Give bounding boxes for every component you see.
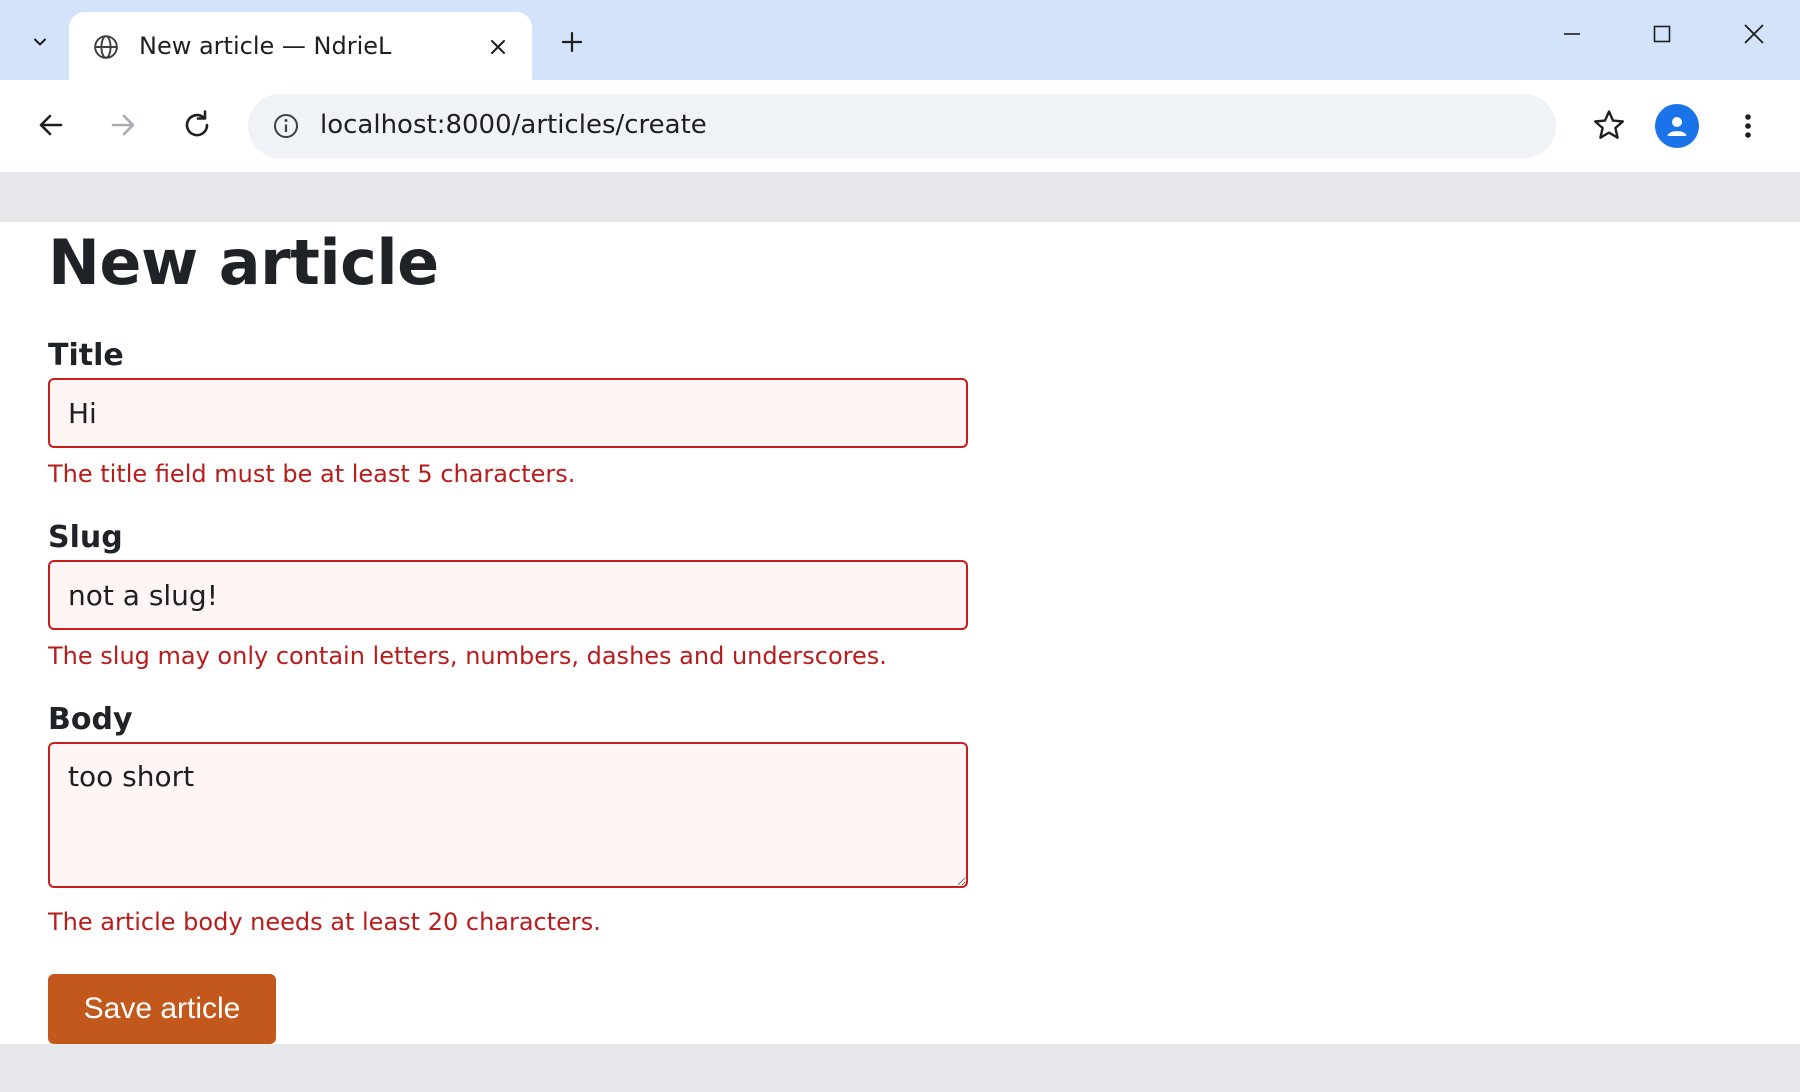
- close-icon: [1744, 24, 1764, 44]
- browser-toolbar: localhost:8000/articles/create: [0, 80, 1800, 172]
- close-icon: [491, 40, 505, 54]
- arrow-left-icon: [39, 114, 63, 136]
- address-bar[interactable]: localhost:8000/articles/create: [248, 94, 1556, 158]
- title-input[interactable]: [48, 378, 968, 448]
- new-tab-button[interactable]: [554, 24, 590, 60]
- bookmark-button[interactable]: [1586, 102, 1632, 148]
- back-button[interactable]: [28, 102, 74, 148]
- window-close-button[interactable]: [1724, 14, 1784, 54]
- body-error: The article body needs at least 20 chara…: [48, 908, 601, 936]
- browser-tab-active[interactable]: New article — NdrieL: [69, 12, 532, 80]
- save-article-button[interactable]: Save article: [48, 974, 276, 1044]
- maximize-button[interactable]: [1632, 14, 1692, 54]
- reload-icon: [185, 110, 209, 137]
- minimize-button[interactable]: [1542, 14, 1602, 54]
- person-icon: [1667, 117, 1687, 136]
- more-vertical-icon: [1745, 114, 1751, 138]
- tab-title: New article — NdrieL: [139, 32, 392, 60]
- reload-button[interactable]: [174, 102, 220, 148]
- page-content: New article Title The title field must b…: [0, 222, 1800, 1044]
- tab-close-button[interactable]: [485, 34, 511, 60]
- body-label: Body: [48, 702, 133, 737]
- info-icon[interactable]: [272, 112, 300, 140]
- star-icon: [1594, 110, 1624, 139]
- page-footer-band: [0, 1044, 1800, 1092]
- slug-label: Slug: [48, 520, 123, 555]
- page-title: New article: [48, 226, 439, 299]
- profile-avatar[interactable]: [1655, 104, 1699, 148]
- forward-button[interactable]: [100, 102, 146, 148]
- page-header-band: [0, 172, 1800, 222]
- tab-search-button[interactable]: [20, 22, 60, 62]
- address-url: localhost:8000/articles/create: [320, 110, 707, 140]
- title-error: The title field must be at least 5 chara…: [48, 460, 576, 488]
- browser-menu-button[interactable]: [1726, 104, 1770, 148]
- plus-icon: [561, 31, 583, 53]
- tab-strip: New article — NdrieL: [0, 0, 1800, 80]
- maximize-icon: [1653, 25, 1671, 43]
- minimize-icon: [1564, 33, 1580, 35]
- body-textarea[interactable]: too short: [48, 742, 968, 888]
- title-label: Title: [48, 338, 124, 373]
- slug-input[interactable]: [48, 560, 968, 630]
- chevron-down-icon: [34, 38, 46, 46]
- globe-icon: [94, 35, 118, 59]
- slug-error: The slug may only contain letters, numbe…: [48, 642, 887, 670]
- arrow-right-icon: [111, 114, 135, 136]
